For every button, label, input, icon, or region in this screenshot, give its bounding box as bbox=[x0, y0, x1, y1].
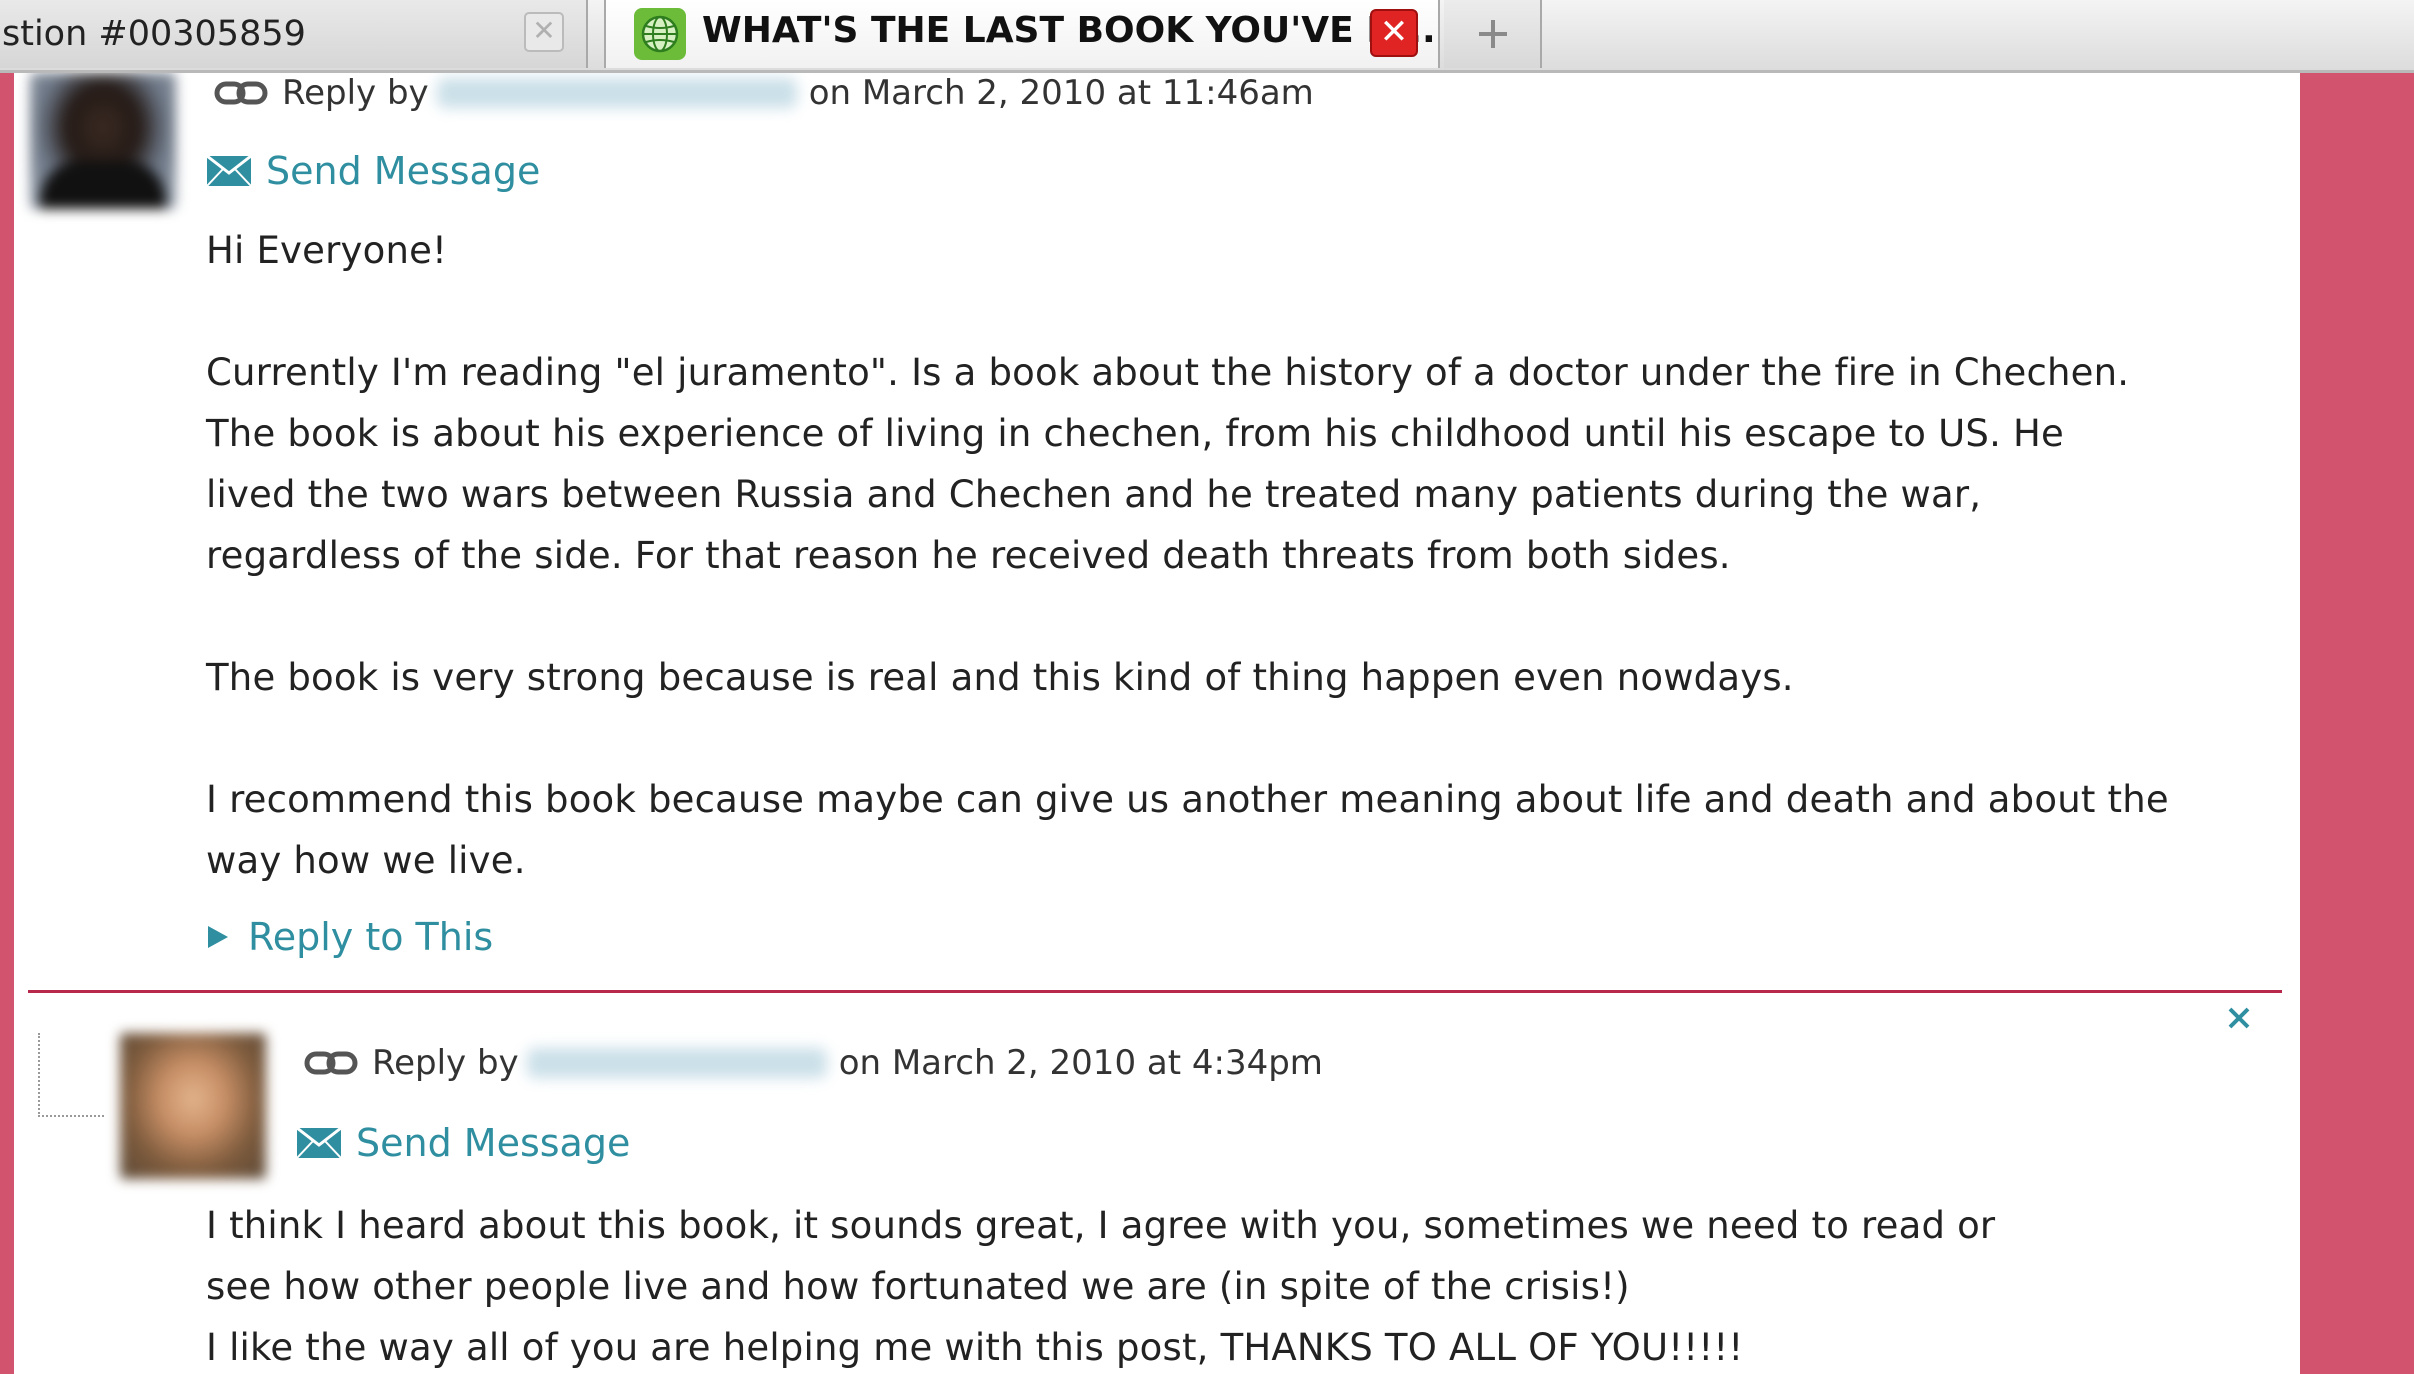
tab-close-button[interactable]: ✕ bbox=[1370, 9, 1418, 57]
new-tab-button[interactable] bbox=[1444, 0, 1542, 68]
author-name[interactable] bbox=[526, 1048, 827, 1078]
post-meta: Reply by on March 2, 2010 at 4:34pm bbox=[304, 1043, 1323, 1083]
post-meta: Reply by on March 2, 2010 at 11:46am bbox=[214, 73, 1314, 113]
post-date: on March 2, 2010 at 4:34pm bbox=[838, 1043, 1323, 1083]
send-message-link[interactable]: Send Message bbox=[206, 149, 540, 193]
post-line: The book is about his experience of livi… bbox=[206, 412, 2064, 455]
send-message-label: Send Message bbox=[356, 1121, 631, 1165]
post-body: Hi Everyone! Currently I'm reading "el j… bbox=[206, 220, 2286, 891]
envelope-icon bbox=[206, 155, 252, 187]
post-line: way how we live. bbox=[206, 839, 526, 882]
reply-by-label: Reply by bbox=[372, 1043, 519, 1083]
tab-question[interactable]: stion #00305859 ✕ bbox=[0, 0, 588, 68]
page-border-left bbox=[0, 73, 14, 1374]
post-divider bbox=[28, 990, 2282, 993]
send-message-link[interactable]: Send Message bbox=[296, 1121, 630, 1165]
post-body: I think I heard about this book, it soun… bbox=[206, 1195, 2286, 1374]
link-icon bbox=[304, 1051, 358, 1075]
post-line: I recommend this book because maybe can … bbox=[206, 778, 2169, 821]
thread-connector bbox=[38, 1033, 104, 1117]
post-line: Currently I'm reading "el juramento". Is… bbox=[206, 351, 2130, 394]
link-icon bbox=[214, 81, 268, 105]
reply-to-this-label: Reply to This bbox=[248, 915, 494, 959]
post-line: I like the way all of you are helping me… bbox=[206, 1326, 1744, 1369]
post-line: The book is very strong because is real … bbox=[206, 656, 1794, 699]
reply-to-this-link[interactable]: Reply to This bbox=[206, 915, 493, 959]
post-line: regardless of the side. For that reason … bbox=[206, 534, 1731, 577]
avatar[interactable] bbox=[120, 1033, 266, 1179]
post-line: I think I heard about this book, it soun… bbox=[206, 1204, 1996, 1247]
author-name[interactable] bbox=[436, 78, 797, 108]
envelope-icon bbox=[296, 1127, 342, 1159]
post-line: see how other people live and how fortun… bbox=[206, 1265, 1630, 1308]
plus-icon bbox=[1479, 20, 1507, 48]
delete-icon[interactable] bbox=[2226, 1005, 2252, 1031]
tab-close-button[interactable]: ✕ bbox=[524, 12, 564, 52]
tab-title: stion #00305859 bbox=[2, 14, 306, 54]
triangle-right-icon bbox=[208, 926, 228, 948]
browser-tab-bar: stion #00305859 ✕ WHAT'S THE LAST BOOK Y… bbox=[0, 0, 2414, 73]
post-line: Hi Everyone! bbox=[206, 229, 448, 272]
discussion-content: Reply by on March 2, 2010 at 11:46am Sen… bbox=[14, 73, 2300, 1374]
reply-by-label: Reply by bbox=[282, 73, 429, 113]
globe-icon bbox=[634, 8, 686, 60]
send-message-label: Send Message bbox=[266, 149, 541, 193]
avatar[interactable] bbox=[30, 73, 176, 209]
post-line: lived the two wars between Russia and Ch… bbox=[206, 473, 1982, 516]
page-border-right bbox=[2300, 73, 2414, 1374]
post-date: on March 2, 2010 at 11:46am bbox=[808, 73, 1314, 113]
tab-title: WHAT'S THE LAST BOOK YOU'VE R... bbox=[702, 10, 1436, 51]
tab-last-book[interactable]: WHAT'S THE LAST BOOK YOU'VE R... ✕ bbox=[604, 0, 1440, 68]
